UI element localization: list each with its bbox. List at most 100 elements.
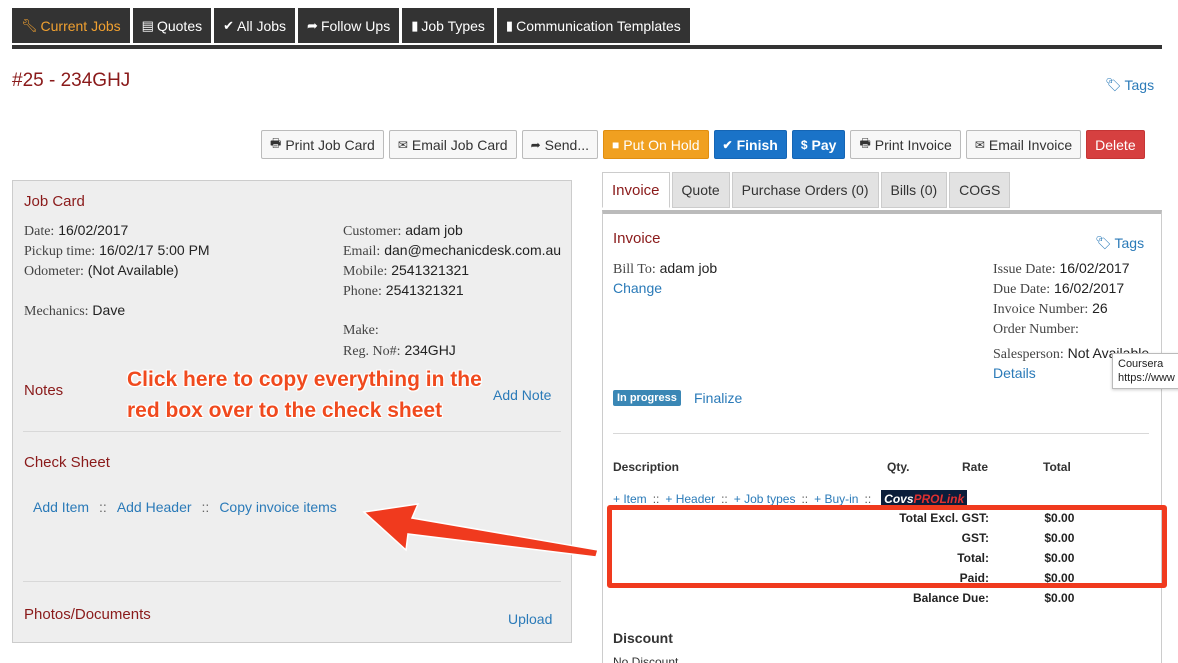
envelope-icon: ✉ [397, 137, 408, 152]
button-label: Email Invoice [988, 136, 1073, 153]
add-job-types-link[interactable]: + Job types [734, 492, 796, 506]
add-note-link[interactable]: Add Note [493, 387, 551, 403]
invoice-panel: Invoice 🏷︎ Tags Bill To: adam job Change… [602, 210, 1162, 663]
mechanics-label: Mechanics: [24, 304, 89, 319]
finalize-link[interactable]: Finalize [694, 390, 742, 406]
tag-icon: 🏷︎ [1095, 235, 1112, 250]
date-label: Date: [24, 224, 55, 239]
nav-divider [12, 45, 1162, 49]
divider [23, 581, 561, 582]
tags-label: Tags [1124, 77, 1155, 93]
file-icon: ▮ [411, 17, 419, 33]
add-buy-in-link[interactable]: + Buy-in [814, 492, 858, 506]
document-icon: ▤ [141, 17, 154, 33]
odometer-row: Odometer: (Not Available) [24, 262, 179, 280]
upload-link[interactable]: Upload [508, 611, 552, 627]
mobile-label: Mobile: [343, 264, 388, 279]
tag-icon: 🏷︎ [1105, 77, 1122, 92]
email-job-card-button[interactable]: ✉ Email Job Card [388, 130, 517, 159]
nav-tab-quotes[interactable]: ▤ Quotes [132, 8, 212, 43]
email-value: dan@mechanicdesk.com.au [384, 242, 562, 258]
send-button[interactable]: ➦ Send... [521, 130, 599, 159]
envelope-icon: ✉ [974, 137, 985, 152]
add-item-link[interactable]: Add Item [33, 499, 89, 515]
share-icon: ➦ [530, 137, 541, 152]
nav-tab-communication-templates[interactable]: ▮ Communication Templates [496, 8, 690, 43]
odometer-value: (Not Available) [87, 262, 179, 278]
tab-bills[interactable]: Bills (0) [880, 172, 948, 208]
divider [23, 431, 561, 432]
copy-invoice-items-link[interactable]: Copy invoice items [219, 499, 337, 515]
file-icon: ▮ [505, 17, 514, 33]
nav-tab-label: Follow Ups [320, 17, 391, 34]
make-row: Make: [343, 321, 379, 339]
issue-date-label: Issue Date: [993, 262, 1056, 277]
printer-icon: 🖶 [859, 136, 871, 150]
invoice-number-row: Invoice Number: 26 [993, 300, 1108, 318]
email-label: Email: [343, 244, 381, 259]
separator: :: [864, 491, 872, 506]
button-label: Finish [736, 136, 778, 153]
pay-button[interactable]: $ Pay [791, 130, 846, 159]
customer-label: Customer: [343, 224, 402, 239]
nav-tab-label: All Jobs [237, 17, 287, 34]
job-card-title: Job Card [24, 193, 85, 210]
tags-link[interactable]: 🏷︎ Tags [1105, 77, 1154, 93]
tab-cogs[interactable]: COGS [949, 172, 1011, 208]
tab-invoice[interactable]: Invoice [602, 172, 670, 208]
add-item-link[interactable]: + Item [613, 492, 647, 506]
annotation-arrow-icon [362, 503, 599, 558]
logo-text-covs: Covs [884, 491, 914, 506]
reg-value: 234GHJ [404, 342, 456, 358]
reg-row: Reg. No#: 234GHJ [343, 342, 456, 360]
nav-tab-label: Current Jobs [40, 17, 121, 34]
col-total: Total [1043, 460, 1071, 474]
invoice-tabs: Invoice Quote Purchase Orders (0) Bills … [602, 172, 1012, 208]
tab-purchase-orders[interactable]: Purchase Orders (0) [731, 172, 879, 208]
nav-tab-label: Job Types [421, 17, 485, 34]
divider [613, 433, 1149, 434]
print-job-card-button[interactable]: 🖶 Print Job Card [261, 130, 384, 159]
notes-title: Notes [24, 382, 64, 399]
balance-due-row: Balance Due: $0.00 [789, 591, 1074, 605]
printer-icon: 🖶 [270, 136, 282, 150]
order-number-label: Order Number: [993, 322, 1079, 337]
nav-tab-current-jobs[interactable]: 🔧︎ Current Jobs [12, 8, 130, 43]
details-link[interactable]: Details [993, 365, 1036, 381]
nav-tab-follow-ups[interactable]: ➦ Follow Ups [298, 8, 400, 43]
order-number-row: Order Number: [993, 320, 1079, 338]
phone-value: 2541321321 [385, 282, 464, 298]
nav-tab-job-types[interactable]: ▮ Job Types [402, 8, 494, 43]
add-header-link[interactable]: + Header [665, 492, 715, 506]
tooltip: Coursera https://www [1112, 353, 1178, 389]
invoice-tags-link[interactable]: 🏷︎ Tags [1095, 235, 1144, 251]
button-label: Put On Hold [623, 136, 700, 153]
separator: :: [801, 491, 809, 506]
date-row: Date: 16/02/2017 [24, 222, 128, 240]
delete-button[interactable]: Delete [1086, 130, 1145, 159]
mechanics-row: Mechanics: Dave [24, 302, 125, 320]
invoice-title: Invoice [613, 230, 661, 247]
email-invoice-button[interactable]: ✉ Email Invoice [965, 130, 1082, 159]
put-on-hold-button[interactable]: ■ Put On Hold [603, 130, 709, 159]
change-link[interactable]: Change [613, 280, 662, 296]
action-toolbar: 🖶 Print Job Card ✉ Email Job Card ➦ Send… [261, 130, 1145, 159]
bill-to-label: Bill To: [613, 262, 656, 277]
annotation-line: Click here to copy everything in the [127, 368, 482, 391]
nav-tab-label: Quotes [156, 17, 203, 34]
print-invoice-button[interactable]: 🖶 Print Invoice [850, 130, 961, 159]
logo-text-prolink: PROLink [913, 491, 965, 506]
mechanics-value: Dave [92, 302, 126, 318]
check-sheet-title: Check Sheet [24, 454, 110, 471]
check-sheet-actions: Add Item:: Add Header:: Copy invoice items [33, 499, 337, 515]
bill-to-row: Bill To: adam job [613, 260, 717, 278]
add-header-link[interactable]: Add Header [117, 499, 192, 515]
nav-tab-label: Communication Templates [516, 17, 681, 34]
nav-tab-all-jobs[interactable]: ✔ All Jobs [214, 8, 296, 43]
photos-documents-title: Photos/Documents [24, 606, 151, 623]
check-icon: ✔ [223, 17, 235, 33]
pickup-row: Pickup time: 16/02/17 5:00 PM [24, 242, 210, 260]
tab-quote[interactable]: Quote [671, 172, 730, 208]
finish-button[interactable]: ✔ Finish [713, 130, 787, 159]
tooltip-line: https://www [1118, 372, 1175, 384]
